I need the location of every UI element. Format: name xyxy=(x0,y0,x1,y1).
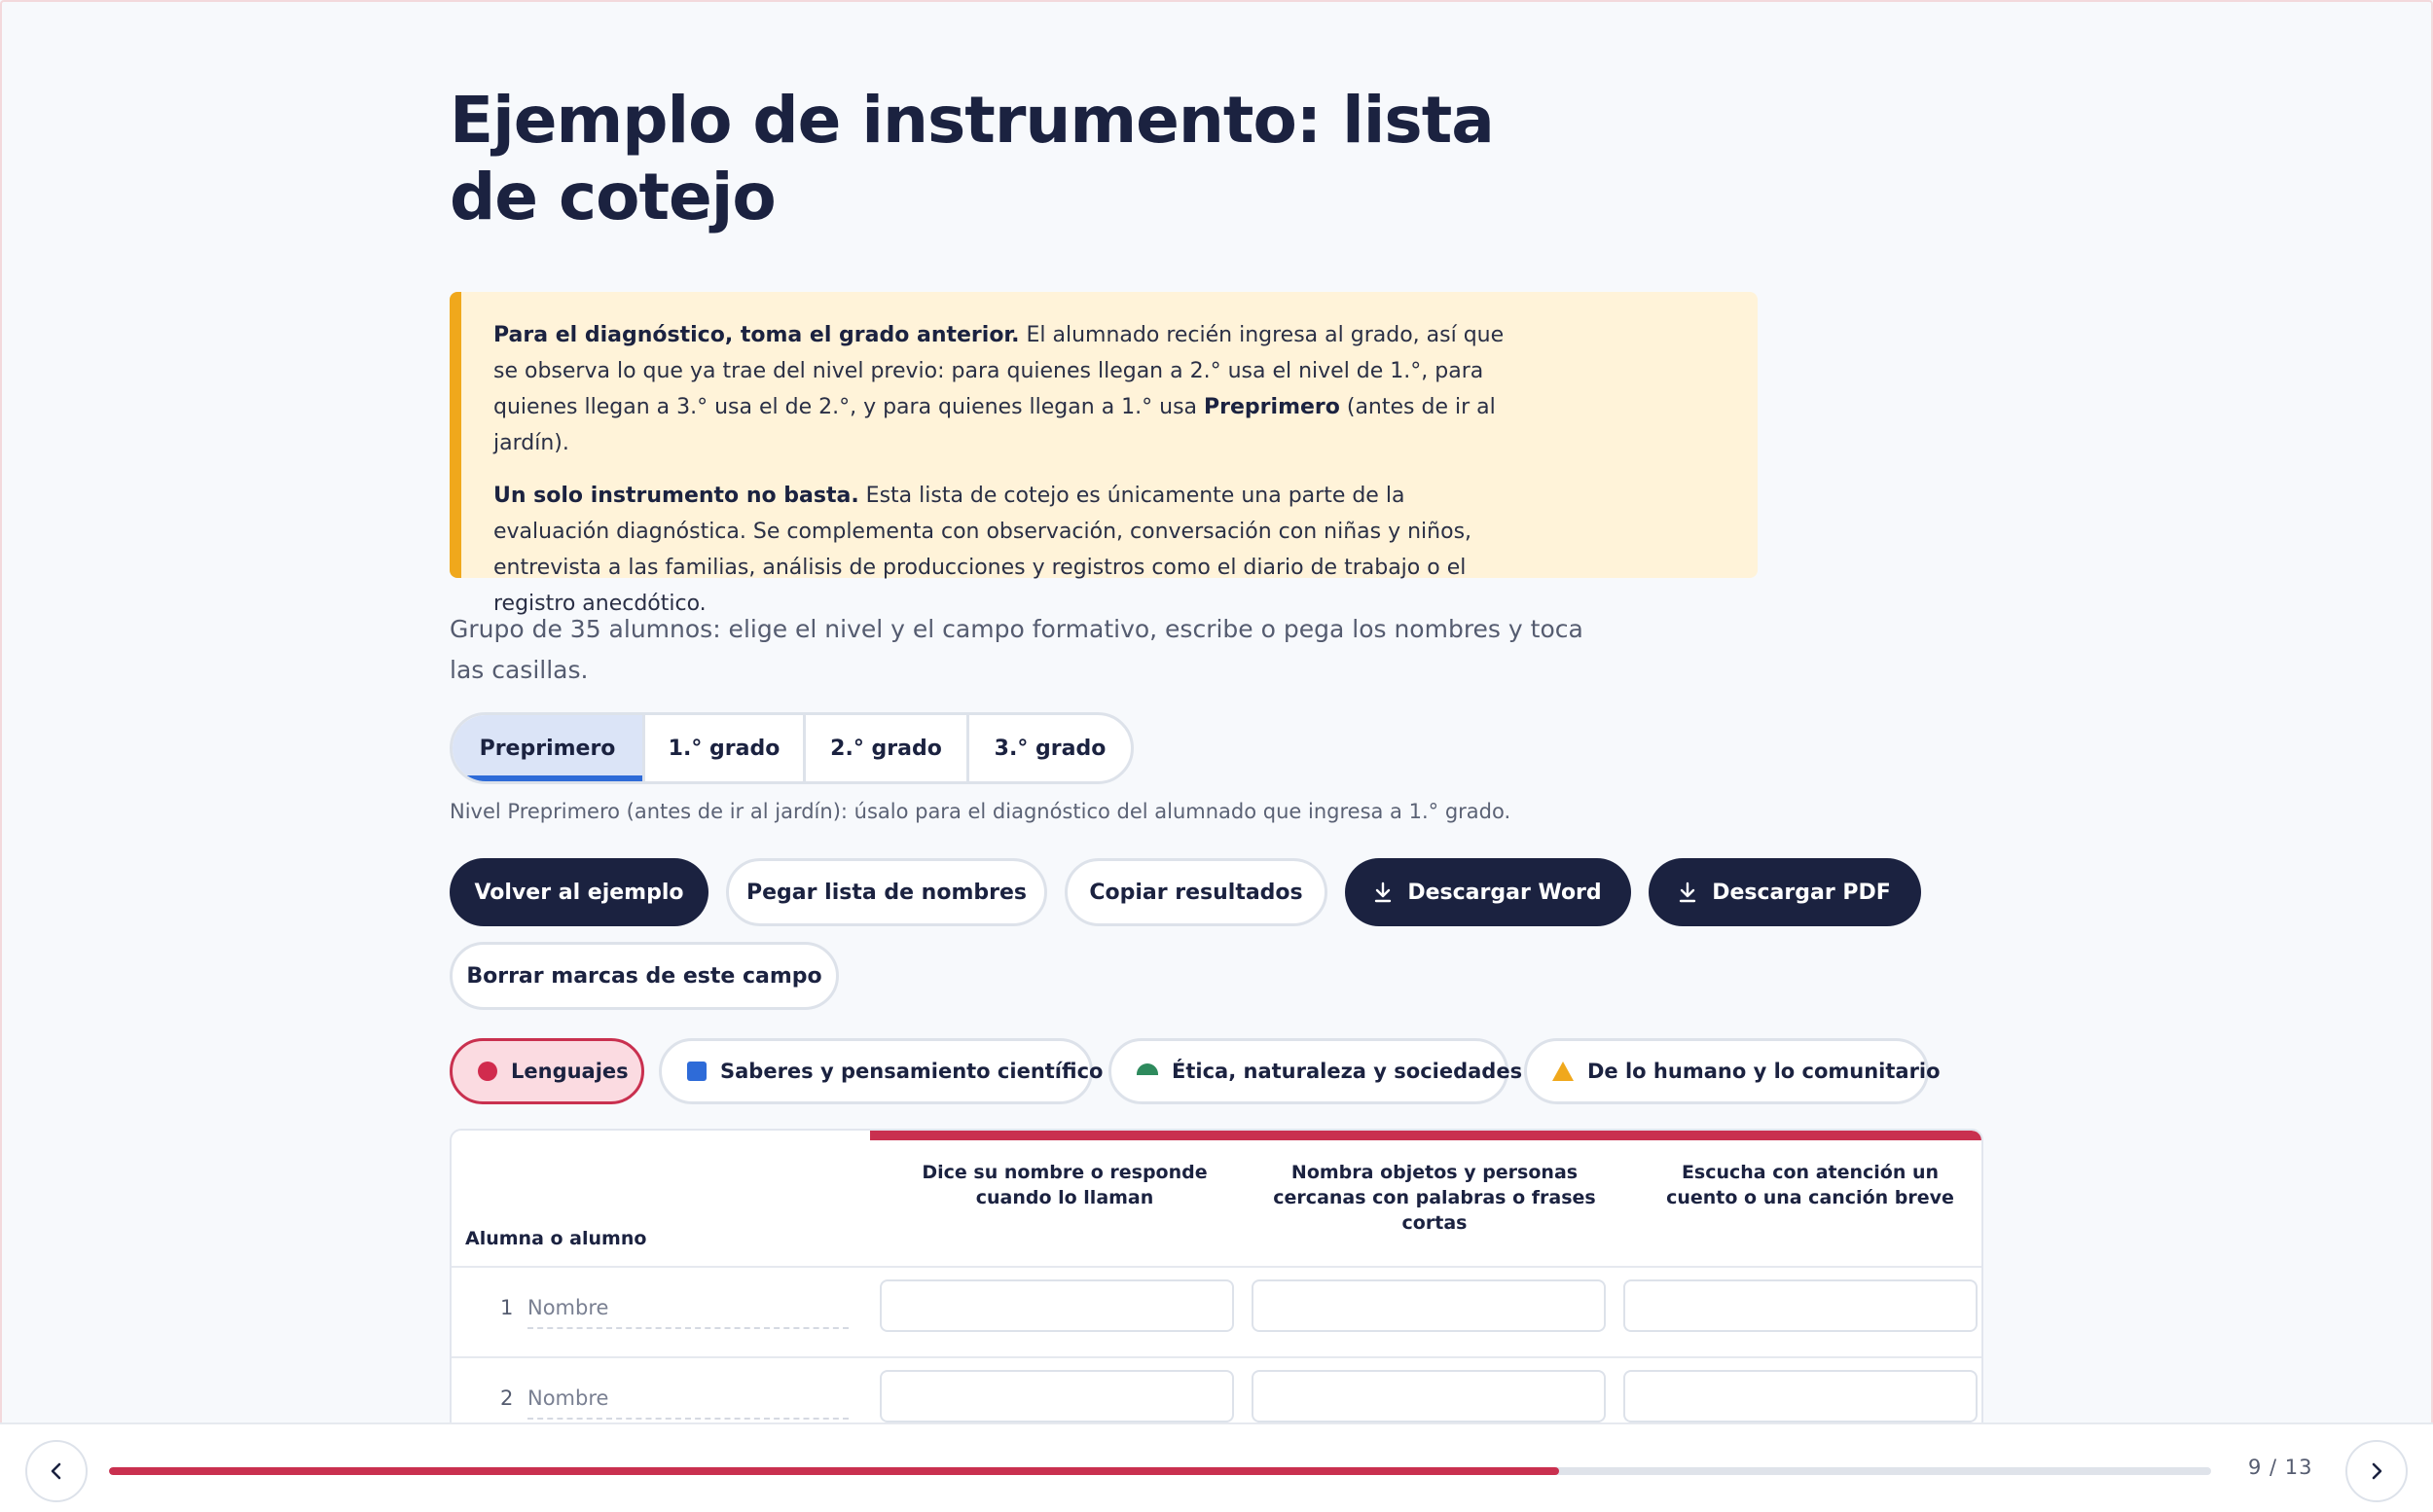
slide-footer: 9 / 13 xyxy=(0,1422,2433,1512)
level-tab-grado-3[interactable]: 3.° grado xyxy=(969,715,1131,781)
chevron-left-icon xyxy=(51,1462,61,1480)
check-cell[interactable] xyxy=(880,1279,1234,1332)
level-tab-grado-1[interactable]: 1.° grado xyxy=(645,715,806,781)
page-title: Ejemplo de instrumento: lista de cotejo xyxy=(450,83,1495,234)
level-selector: Preprimero 1.° grado 2.° grado 3.° grado xyxy=(450,712,1134,784)
download-word-button[interactable]: Descargar Word xyxy=(1345,858,1631,926)
check-cell[interactable] xyxy=(1623,1279,1978,1332)
slide-progress-bar xyxy=(109,1467,2211,1475)
field-tab-saberes-label: Saberes y pensamiento científico xyxy=(720,1060,1104,1083)
download-word-label: Descargar Word xyxy=(1407,880,1602,905)
level-tab-grado-2[interactable]: 2.° grado xyxy=(806,715,969,781)
download-pdf-button[interactable]: Descargar PDF xyxy=(1649,858,1921,926)
download-icon xyxy=(1375,882,1392,903)
callout-p1-bold-2: Preprimero xyxy=(1204,395,1340,419)
slide-progress-fill xyxy=(109,1467,1560,1475)
semicircle-icon xyxy=(1137,1063,1158,1075)
field-accent-bar xyxy=(870,1131,1981,1140)
paste-names-label: Pegar lista de nombres xyxy=(746,880,1027,905)
field-tab-etica-label: Ética, naturaleza y sociedades xyxy=(1172,1060,1523,1083)
field-tab-humano-label: De lo humano y lo comunitario xyxy=(1587,1060,1941,1083)
back-to-example-label: Volver al ejemplo xyxy=(474,880,684,905)
check-cell[interactable] xyxy=(880,1370,1234,1422)
back-to-example-button[interactable]: Volver al ejemplo xyxy=(450,858,708,926)
student-name-input[interactable]: Nombre xyxy=(527,1386,849,1420)
check-cell[interactable] xyxy=(1252,1370,1606,1422)
paste-names-button[interactable]: Pegar lista de nombres xyxy=(726,858,1047,926)
diagnostic-callout: Para el diagnóstico, toma el grado anter… xyxy=(450,292,1758,616)
download-icon xyxy=(1680,882,1696,903)
criterion-header-3: Escucha con atención un cuento o una can… xyxy=(1666,1162,1954,1208)
callout-p1-bold: Para el diagnóstico, toma el grado anter… xyxy=(493,323,1020,347)
check-cell[interactable] xyxy=(1252,1279,1606,1332)
student-column-header: Alumna o alumno xyxy=(465,1228,647,1249)
circle-icon xyxy=(478,1062,497,1081)
field-tab-saberes[interactable]: Saberes y pensamiento científico xyxy=(659,1038,1103,1104)
check-cell[interactable] xyxy=(1623,1370,1978,1422)
copy-results-button[interactable]: Copiar resultados xyxy=(1065,858,1327,926)
field-tab-lenguajes-label: Lenguajes xyxy=(511,1060,629,1083)
field-tab-humano[interactable]: De lo humano y lo comunitario xyxy=(1524,1038,1941,1104)
row-divider xyxy=(452,1356,1981,1358)
download-pdf-label: Descargar PDF xyxy=(1712,880,1891,905)
triangle-icon xyxy=(1552,1062,1574,1081)
student-name-input[interactable]: Nombre xyxy=(527,1296,849,1329)
header-divider xyxy=(452,1266,1981,1268)
row-number: 1 xyxy=(500,1296,514,1319)
chevron-right-icon xyxy=(2372,1462,2382,1480)
field-tab-etica[interactable]: Ética, naturaleza y sociedades xyxy=(1108,1038,1522,1104)
level-note: Nivel Preprimero (antes de ir al jardín)… xyxy=(450,800,1511,823)
callout-paragraph-1: Para el diagnóstico, toma el grado anter… xyxy=(493,317,1506,461)
copy-results-label: Copiar resultados xyxy=(1089,880,1303,905)
level-tab-preprimero[interactable]: Preprimero xyxy=(453,715,645,781)
field-tab-lenguajes[interactable]: Lenguajes xyxy=(450,1038,644,1104)
intro-text: Grupo de 35 alumnos: elige el nivel y el… xyxy=(450,615,1583,684)
criterion-header-2: Nombra objetos y personas cercanas con p… xyxy=(1273,1162,1596,1234)
page-counter: 9 / 13 xyxy=(2248,1456,2313,1479)
row-number: 2 xyxy=(500,1386,514,1410)
criterion-header-1: Dice su nombre o responde cuando lo llam… xyxy=(922,1162,1208,1208)
square-icon xyxy=(687,1062,707,1081)
clear-marks-label: Borrar marcas de este campo xyxy=(466,963,822,989)
previous-slide-button[interactable] xyxy=(25,1440,88,1502)
clear-marks-button[interactable]: Borrar marcas de este campo xyxy=(450,942,839,1010)
callout-p2-bold: Un solo instrumento no basta. xyxy=(493,484,859,508)
next-slide-button[interactable] xyxy=(2345,1440,2408,1502)
callout-paragraph-2: Un solo instrumento no basta. Esta lista… xyxy=(493,478,1506,622)
